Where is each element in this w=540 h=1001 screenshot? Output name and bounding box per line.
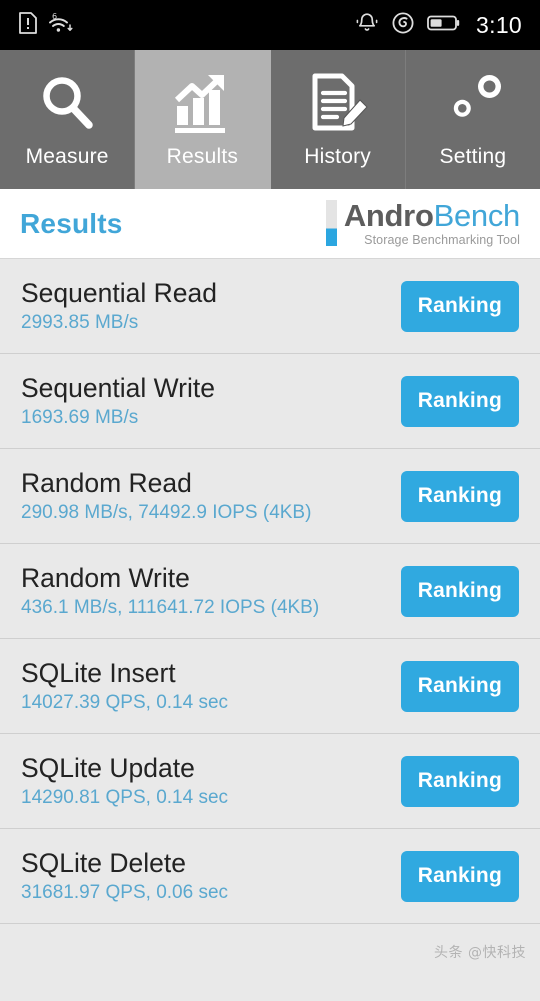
tab-results-label: Results — [166, 145, 239, 168]
logo-word-andro: Andro — [343, 197, 434, 233]
tab-measure[interactable]: Measure — [0, 50, 136, 189]
notification-bell-icon — [355, 11, 379, 40]
ranking-button[interactable]: Ranking — [400, 755, 519, 807]
gears-icon — [441, 70, 505, 134]
result-text-block: SQLite Delete 31681.97 QPS, 0.06 sec — [21, 850, 228, 902]
table-row[interactable]: SQLite Insert 14027.39 QPS, 0.14 sec Ran… — [0, 639, 540, 734]
result-value: 14290.81 QPS, 0.14 sec — [21, 786, 229, 808]
status-bar-left-icons: 6 — [18, 11, 75, 40]
result-text-block: Random Read 290.98 MB/s, 74492.9 IOPS (4… — [21, 470, 311, 522]
table-row[interactable]: SQLite Update 14290.81 QPS, 0.14 sec Ran… — [0, 734, 540, 829]
sim-card-alert-icon — [18, 11, 38, 40]
result-text-block: SQLite Insert 14027.39 QPS, 0.14 sec — [21, 660, 228, 712]
wifi-6-icon: 6 — [47, 11, 75, 40]
ranking-button[interactable]: Ranking — [400, 470, 519, 522]
results-list: Sequential Read 2993.85 MB/s Ranking Seq… — [0, 259, 540, 924]
result-name: Random Read — [21, 468, 192, 499]
result-value: 31681.97 QPS, 0.06 sec — [21, 881, 229, 903]
status-bar-clock: 3:10 — [476, 11, 522, 38]
app-header: Results AndroBench Storage Benchmarking … — [0, 189, 540, 259]
logo-text: AndroBench Storage Benchmarking Tool — [343, 197, 521, 248]
logo-tagline: Storage Benchmarking Tool — [364, 233, 520, 248]
logo-wordmark: AndroBench — [343, 197, 521, 233]
app-spiral-icon — [391, 11, 415, 40]
main-tab-bar: Measure Results History Setting — [0, 50, 540, 189]
result-text-block: SQLite Update 14290.81 QPS, 0.14 sec — [21, 755, 228, 807]
result-text-block: Sequential Read 2993.85 MB/s — [21, 280, 217, 332]
tab-setting[interactable]: Setting — [405, 50, 540, 189]
document-pencil-icon — [308, 70, 368, 134]
tab-history-label: History — [304, 145, 371, 168]
table-row[interactable]: Sequential Read 2993.85 MB/s Ranking — [0, 259, 540, 354]
result-text-block: Sequential Write 1693.69 MB/s — [21, 375, 215, 427]
tab-measure-label: Measure — [25, 145, 109, 168]
status-bar: 6 3:10 — [0, 0, 540, 50]
result-value: 2993.85 MB/s — [21, 311, 139, 333]
result-name: SQLite Update — [21, 753, 195, 784]
logo-word-bench: Bench — [433, 197, 521, 233]
ranking-button[interactable]: Ranking — [400, 850, 519, 902]
androbench-logo: AndroBench Storage Benchmarking Tool — [325, 197, 521, 248]
table-row[interactable]: Random Read 290.98 MB/s, 74492.9 IOPS (4… — [0, 449, 540, 544]
ranking-button[interactable]: Ranking — [400, 565, 519, 617]
status-bar-right-icons: 3:10 — [355, 11, 522, 40]
result-name: Sequential Write — [21, 373, 215, 404]
result-text-block: Random Write 436.1 MB/s, 111641.72 IOPS … — [21, 565, 319, 617]
table-row[interactable]: SQLite Delete 31681.97 QPS, 0.06 sec Ran… — [0, 829, 540, 924]
result-name: SQLite Insert — [21, 658, 176, 689]
result-name: Sequential Read — [21, 278, 217, 309]
ranking-button[interactable]: Ranking — [400, 660, 519, 712]
battery-icon — [427, 13, 461, 38]
ranking-button[interactable]: Ranking — [400, 280, 519, 332]
bar-chart-arrow-icon — [171, 70, 233, 134]
footer-area: 头条 @快科技 — [0, 924, 540, 971]
page-title: Results — [20, 207, 123, 239]
tab-setting-label: Setting — [439, 145, 507, 168]
watermark: 头条 @快科技 — [434, 945, 526, 961]
result-value: 1693.69 MB/s — [21, 406, 139, 428]
ranking-button[interactable]: Ranking — [400, 375, 519, 427]
table-row[interactable]: Sequential Write 1693.69 MB/s Ranking — [0, 354, 540, 449]
magnifier-icon — [37, 70, 97, 134]
result-name: Random Write — [21, 563, 190, 594]
result-value: 290.98 MB/s, 74492.9 IOPS (4KB) — [21, 501, 312, 523]
result-name: SQLite Delete — [21, 848, 186, 879]
result-value: 436.1 MB/s, 111641.72 IOPS (4KB) — [21, 596, 320, 618]
tab-history[interactable]: History — [270, 50, 406, 189]
logo-bar-icon — [325, 200, 337, 247]
tab-results[interactable]: Results — [135, 50, 271, 189]
table-row[interactable]: Random Write 436.1 MB/s, 111641.72 IOPS … — [0, 544, 540, 639]
result-value: 14027.39 QPS, 0.14 sec — [21, 691, 229, 713]
